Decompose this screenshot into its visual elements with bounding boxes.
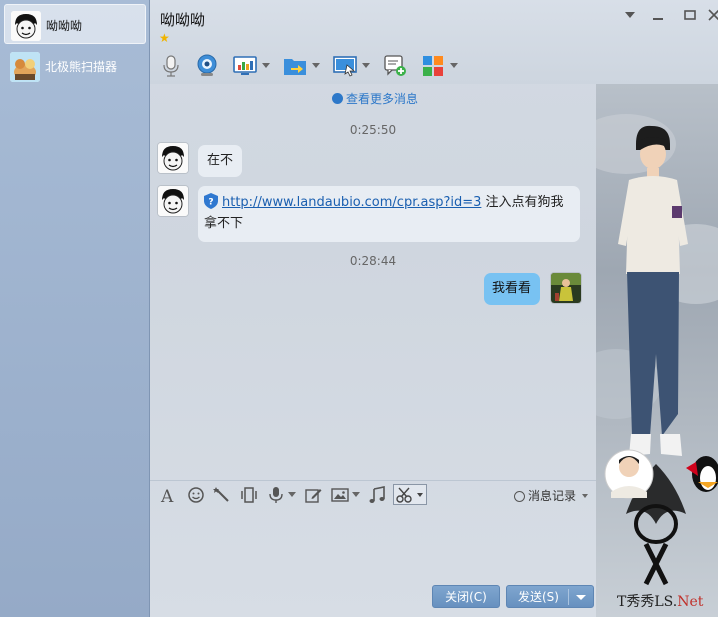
chevron-down-icon[interactable] <box>262 63 270 68</box>
new-note-icon[interactable] <box>382 53 408 79</box>
minimize-icon[interactable] <box>650 8 666 22</box>
message-history-button[interactable]: 消息记录 <box>514 487 588 504</box>
contact-sidebar: 呦呦呦 北极熊扫描器 <box>0 0 150 617</box>
chevron-down-icon[interactable] <box>362 63 370 68</box>
message-bubble: ? http://www.landaubio.com/cpr.asp?id=3 … <box>198 186 580 242</box>
send-label: 发送(S) <box>518 590 559 604</box>
voice-message-icon[interactable] <box>267 486 285 504</box>
screenshot-scissors-button[interactable] <box>393 484 427 505</box>
contact-name: 呦呦呦 <box>46 19 83 33</box>
send-button[interactable]: 发送(S) <box>506 585 594 608</box>
avatar <box>158 143 188 173</box>
timestamp: 0:25:50 <box>349 123 397 137</box>
scissors-icon <box>396 487 423 503</box>
chevron-down-icon[interactable] <box>576 595 586 600</box>
dropdown-icon[interactable] <box>622 8 638 22</box>
page-title: 呦呦呦 <box>160 11 206 29</box>
message-bubble: 我看看 <box>484 273 540 305</box>
microphone-icon[interactable] <box>158 53 184 79</box>
chat-panel: 呦呦呦 ★ 查看更多消息 0:25:50 在不 ? http://www.lan… <box>150 0 718 617</box>
close-button[interactable]: 关闭(C) <box>432 585 500 608</box>
shield-icon: ? <box>204 193 218 209</box>
apps-icon[interactable] <box>420 53 446 79</box>
font-icon[interactable]: A <box>159 486 177 507</box>
image-icon[interactable] <box>331 486 349 504</box>
chevron-down-icon[interactable] <box>450 63 458 68</box>
close-icon[interactable] <box>706 8 718 22</box>
contact-item-1[interactable]: 呦呦呦 <box>4 4 146 44</box>
avatar <box>158 186 188 216</box>
watermark: T秀秀LS.Net <box>617 591 703 611</box>
shake-window-icon[interactable] <box>240 486 258 504</box>
screen-share-icon[interactable] <box>232 53 258 79</box>
file-transfer-icon[interactable] <box>282 53 308 79</box>
chevron-down-icon <box>581 494 588 498</box>
history-icon <box>332 93 343 104</box>
avatar-character-image <box>596 114 718 586</box>
watermark-text: T秀秀LS. <box>617 594 678 610</box>
divider <box>568 589 569 605</box>
chevron-down-icon[interactable] <box>288 492 296 497</box>
chevron-down-icon[interactable] <box>312 63 320 68</box>
message-input[interactable] <box>150 509 596 583</box>
message-bubble: 在不 <box>198 145 242 177</box>
magic-wand-icon[interactable] <box>213 486 231 504</box>
message-link[interactable]: http://www.landaubio.com/cpr.asp?id=3 <box>222 195 481 210</box>
svg-text:?: ? <box>208 198 213 208</box>
remote-desktop-icon[interactable] <box>332 53 358 79</box>
avatar-show-panel <box>596 84 718 617</box>
webcam-icon[interactable] <box>194 53 220 79</box>
contact-name: 北极熊扫描器 <box>45 60 118 74</box>
input-toolbar: A 消息记录 <box>150 480 596 509</box>
contact-item-2[interactable]: 北极熊扫描器 <box>4 46 146 86</box>
edit-icon[interactable] <box>304 486 322 504</box>
watermark-text-net: Net <box>677 594 704 610</box>
avatar <box>10 52 40 82</box>
avatar <box>551 273 581 303</box>
chevron-down-icon[interactable] <box>352 492 360 497</box>
timestamp: 0:28:44 <box>349 254 397 268</box>
message-history-label: 消息记录 <box>528 489 577 503</box>
chat-window: 呦呦呦 北极熊扫描器 呦呦呦 ★ 查看更多消息 0:25:50 在不 ? htt… <box>0 0 718 617</box>
star-icon: ★ <box>159 31 170 45</box>
avatar <box>11 11 41 41</box>
svg-text:A: A <box>160 487 174 504</box>
clock-icon <box>514 491 525 502</box>
chat-header: 呦呦呦 ★ <box>150 0 718 84</box>
maximize-icon[interactable] <box>682 8 698 22</box>
view-more-messages-link[interactable]: 查看更多消息 <box>332 90 418 107</box>
music-icon[interactable] <box>368 486 386 504</box>
emoji-icon[interactable] <box>187 486 205 504</box>
view-more-label: 查看更多消息 <box>346 92 419 106</box>
